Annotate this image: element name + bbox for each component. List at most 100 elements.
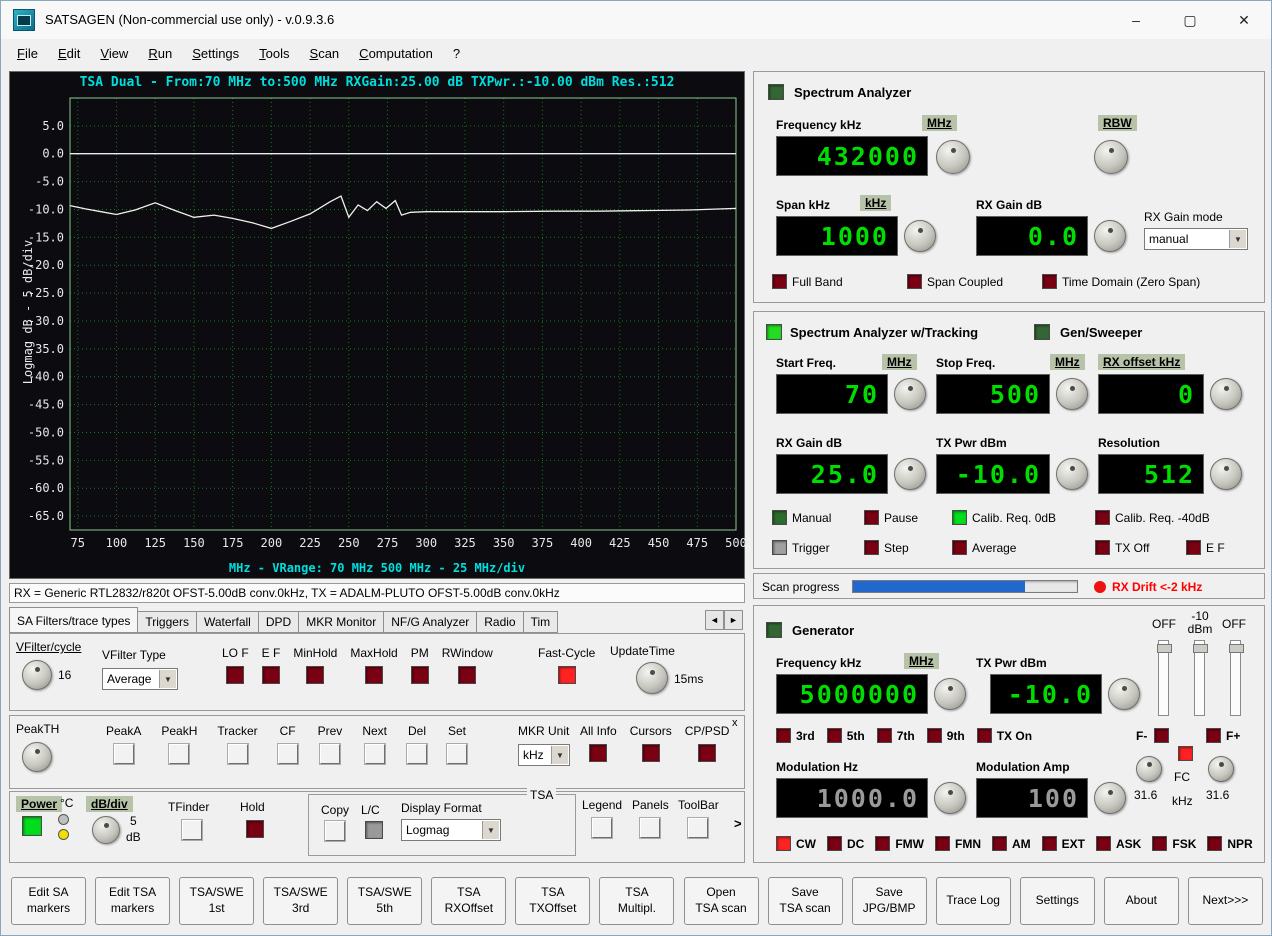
filter-option-checkbox[interactable] — [365, 666, 384, 684]
rx-offset-knob[interactable] — [1210, 378, 1242, 410]
bottom-bar-button[interactable]: TSA/SWE 5th — [347, 877, 423, 925]
filter-option-checkbox[interactable] — [458, 666, 477, 684]
bottom-bar-button[interactable]: TSA/SWE 3rd — [263, 877, 339, 925]
marker-option-checkbox[interactable] — [698, 744, 717, 762]
start-freq-unit-chip[interactable]: MHz — [882, 354, 917, 370]
tracking-rx-gain-display[interactable]: 25.0 — [776, 454, 888, 494]
sa-rbw-label[interactable]: RBW — [1098, 115, 1137, 131]
markers-panel-close-icon[interactable]: x — [732, 717, 738, 729]
bottom-bar-button[interactable]: Save TSA scan — [767, 877, 843, 925]
modulation-hz-knob[interactable] — [934, 782, 966, 814]
tab-dpd[interactable]: DPD — [258, 611, 300, 633]
sa-frequency-display[interactable]: 432000 — [776, 136, 928, 176]
attenuation-slider-1[interactable] — [1157, 640, 1172, 716]
start-freq-display[interactable]: 70 — [776, 374, 888, 414]
sa-rx-gain-display[interactable]: 0.0 — [976, 216, 1088, 256]
modulation-mode-checkbox[interactable] — [875, 836, 891, 851]
menu-item[interactable]: ? — [443, 42, 470, 65]
attenuation-slider-3[interactable] — [1229, 640, 1244, 716]
tracking-tx-pwr-knob[interactable] — [1056, 458, 1088, 490]
marker-button[interactable] — [364, 744, 385, 764]
filter-option-checkbox[interactable] — [262, 666, 280, 684]
tfinder-button[interactable] — [182, 820, 202, 840]
tracking-rx-gain-knob[interactable] — [894, 458, 926, 490]
modulation-mode-checkbox[interactable] — [992, 836, 1007, 851]
harmonic-option-checkbox[interactable] — [976, 728, 992, 743]
marker-button[interactable] — [319, 744, 340, 764]
modulation-mode-checkbox[interactable] — [1207, 836, 1223, 851]
gen-tx-pwr-display[interactable]: -10.0 — [990, 674, 1102, 714]
modulation-hz-display[interactable]: 1000.0 — [776, 778, 928, 818]
rx-offset-display[interactable]: 0 — [1098, 374, 1204, 414]
tracking-option-checkbox[interactable] — [1095, 510, 1110, 525]
bottom-bar-button[interactable]: TSA Multipl. — [599, 877, 675, 925]
marker-button[interactable] — [277, 744, 298, 764]
marker-option-checkbox[interactable] — [641, 744, 660, 762]
resolution-knob[interactable] — [1210, 458, 1242, 490]
tracking-option-checkbox[interactable] — [772, 540, 787, 555]
panels-button[interactable] — [640, 818, 661, 838]
modulation-amp-display[interactable]: 100 — [976, 778, 1088, 818]
copy-button[interactable] — [325, 821, 345, 841]
stop-freq-display[interactable]: 500 — [936, 374, 1050, 414]
gen-frequency-display[interactable]: 5000000 — [776, 674, 928, 714]
f-minus-checkbox[interactable] — [1154, 728, 1169, 743]
temp-gray-indicator[interactable] — [58, 814, 69, 825]
resolution-display[interactable]: 512 — [1098, 454, 1204, 494]
close-button[interactable]: ✕ — [1217, 1, 1271, 39]
tracking-option-checkbox[interactable] — [1095, 540, 1110, 555]
marker-button[interactable] — [113, 744, 134, 764]
minimize-button[interactable]: – — [1109, 1, 1163, 39]
hold-checkbox[interactable] — [246, 820, 264, 838]
sa-option-checkbox[interactable] — [907, 274, 922, 289]
rx-offset-label[interactable]: RX offset kHz — [1098, 354, 1186, 370]
sa-enable-indicator[interactable] — [768, 84, 784, 100]
menu-item[interactable]: Scan — [300, 42, 350, 65]
sa-span-display[interactable]: 1000 — [776, 216, 898, 256]
sa-mhz-unit-chip[interactable]: MHz — [922, 115, 957, 131]
tracking-option-checkbox[interactable] — [952, 510, 967, 525]
tracking-option-checkbox[interactable] — [864, 510, 879, 525]
sa-frequency-knob[interactable] — [936, 140, 970, 174]
menu-item[interactable]: Edit — [48, 42, 90, 65]
f-plus-checkbox[interactable] — [1206, 728, 1221, 743]
bottom-bar-button[interactable]: Settings — [1019, 877, 1095, 925]
fc-checkbox[interactable] — [1178, 746, 1193, 761]
harmonic-option-checkbox[interactable] — [926, 728, 942, 743]
modulation-mode-checkbox[interactable] — [1096, 836, 1112, 851]
menu-item[interactable]: Computation — [349, 42, 443, 65]
marker-button[interactable] — [447, 744, 467, 764]
tab-radio[interactable]: Radio — [477, 611, 524, 633]
maximize-button[interactable]: ▢ — [1163, 1, 1217, 39]
fast-cycle-checkbox[interactable] — [557, 666, 576, 684]
mkr-unit-select[interactable]: kHz — [518, 744, 570, 766]
filter-option-checkbox[interactable] — [306, 666, 325, 684]
bottom-bar-button[interactable]: Edit TSA markers — [95, 877, 171, 925]
bottom-bar-button[interactable]: TSA RXOffset — [431, 877, 507, 925]
bottom-bar-button[interactable]: Trace Log — [935, 877, 1011, 925]
gen-frequency-knob[interactable] — [934, 678, 966, 710]
harmonic-option-checkbox[interactable] — [876, 728, 892, 743]
peakth-knob[interactable] — [22, 742, 52, 772]
marker-button[interactable] — [407, 744, 427, 764]
menu-item[interactable]: Tools — [249, 42, 299, 65]
bottom-bar-button[interactable]: Edit SA markers — [11, 877, 86, 925]
marker-button[interactable] — [227, 744, 248, 764]
tab-nfg-analyzer[interactable]: NF/G Analyzer — [384, 611, 478, 633]
harmonic-option-checkbox[interactable] — [776, 728, 791, 743]
modulation-mode-checkbox[interactable] — [1041, 836, 1057, 851]
vfilter-cycle-label[interactable]: VFilter/cycle — [16, 640, 81, 654]
start-freq-knob[interactable] — [894, 378, 926, 410]
bottom-bar-button[interactable]: TSA TXOffset — [515, 877, 591, 925]
expand-arrow[interactable]: > — [734, 816, 742, 831]
sa-span-knob[interactable] — [904, 220, 936, 252]
attenuation-slider-2[interactable] — [1193, 640, 1208, 716]
lc-checkbox[interactable] — [365, 821, 383, 839]
f-plus-knob[interactable] — [1208, 756, 1234, 782]
temp-yellow-indicator[interactable] — [58, 829, 69, 840]
modulation-mode-checkbox[interactable] — [1152, 836, 1168, 851]
tracking-option-checkbox[interactable] — [864, 540, 879, 555]
menu-item[interactable]: Run — [138, 42, 182, 65]
toolbar-button[interactable] — [688, 818, 709, 838]
sa-khz-unit-chip[interactable]: kHz — [860, 195, 892, 211]
